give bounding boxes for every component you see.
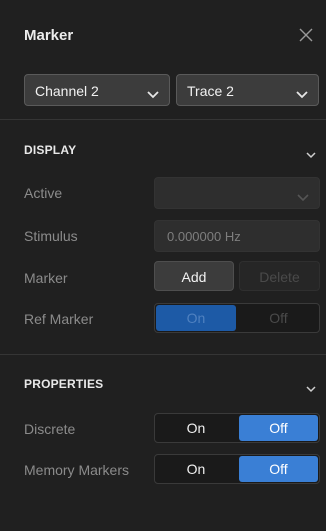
section-title-properties: PROPERTIES [24, 377, 104, 391]
ref-marker-label: Ref Marker [24, 311, 94, 327]
memory-markers-off[interactable]: Off [239, 456, 318, 482]
memory-markers-on[interactable]: On [156, 456, 236, 482]
chevron-down-icon [296, 86, 308, 102]
delete-marker-button[interactable]: Delete [239, 261, 320, 291]
trace-select[interactable]: Trace 2 [176, 74, 319, 106]
marker-panel: Marker Channel 2 Trace 2 DISPLAY Active [0, 0, 326, 531]
active-label: Active [24, 185, 63, 201]
panel-title: Marker [24, 27, 74, 44]
ref-marker-toggle: On Off [154, 303, 320, 333]
divider [0, 119, 326, 120]
chevron-down-icon [297, 190, 309, 205]
divider [0, 354, 326, 355]
discrete-off[interactable]: Off [239, 415, 318, 441]
chevron-down-icon [147, 86, 159, 102]
panel-header: Marker [0, 0, 326, 67]
ref-marker-off[interactable]: Off [239, 305, 318, 331]
memory-markers-toggle: On Off [154, 454, 320, 484]
marker-label: Marker [24, 270, 68, 286]
active-select[interactable] [154, 177, 320, 209]
channel-select-value: Channel 2 [35, 83, 99, 99]
stimulus-field[interactable]: 0.000000 Hz [154, 220, 320, 252]
discrete-label: Discrete [24, 421, 76, 437]
memory-markers-label: Memory Markers [24, 462, 130, 478]
channel-select[interactable]: Channel 2 [24, 74, 170, 106]
discrete-toggle: On Off [154, 413, 320, 443]
close-icon[interactable] [298, 27, 314, 43]
stimulus-value: 0.000000 Hz [167, 229, 241, 244]
ref-marker-on[interactable]: On [156, 305, 236, 331]
channel-trace-selects: Channel 2 Trace 2 [0, 67, 326, 119]
discrete-on[interactable]: On [156, 415, 236, 441]
add-marker-button[interactable]: Add [154, 261, 234, 291]
chevron-down-icon[interactable] [306, 146, 316, 164]
chevron-down-icon[interactable] [306, 380, 316, 398]
section-title-display: DISPLAY [24, 143, 77, 157]
trace-select-value: Trace 2 [187, 83, 234, 99]
stimulus-label: Stimulus [24, 228, 78, 244]
